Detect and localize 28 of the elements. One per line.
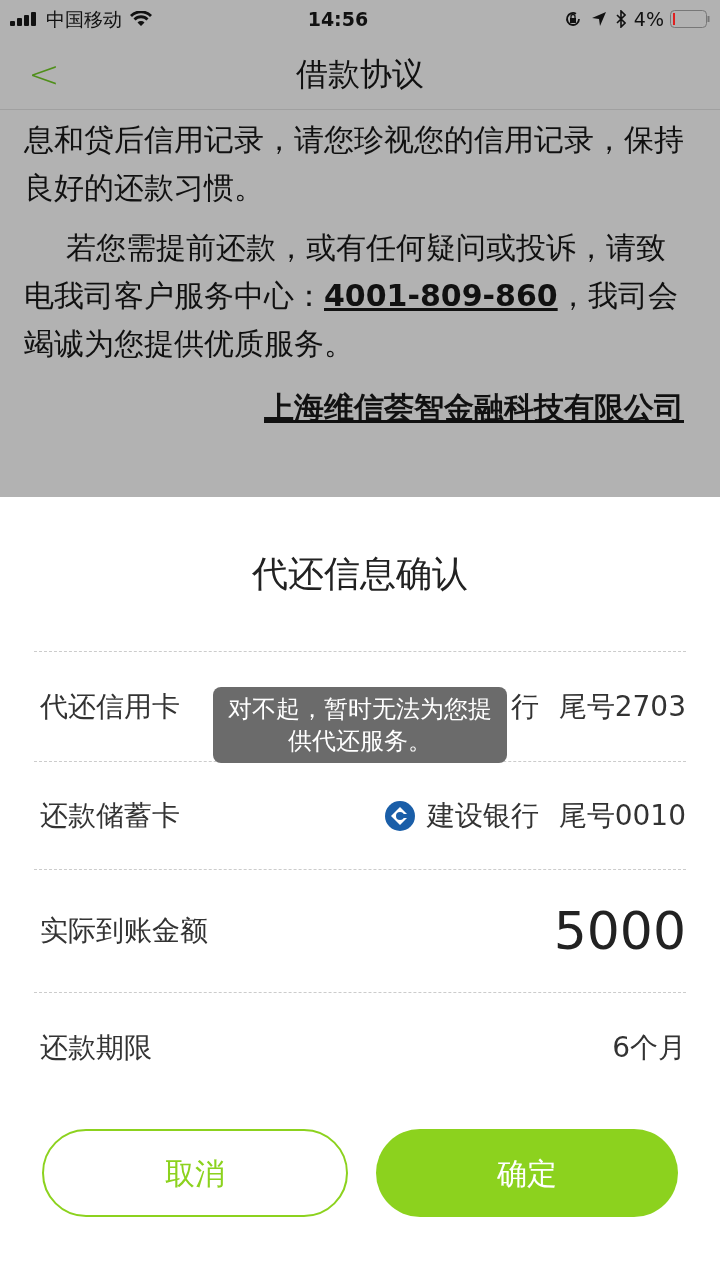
carrier-name: 中国移动 — [46, 6, 122, 32]
company-link[interactable]: 上海维信荟智金融科技有限公司 — [264, 384, 684, 432]
wifi-icon — [130, 11, 152, 27]
bank-name: 建设银行 — [426, 797, 539, 834]
phone-link[interactable]: 4001-809-860 — [324, 278, 558, 313]
back-button[interactable]: < — [28, 54, 60, 93]
row-label: 代还信用卡 — [40, 688, 180, 725]
amount-value: 5000 — [553, 900, 686, 963]
bank-name: 行 — [510, 688, 539, 725]
row-label: 还款期限 — [40, 1030, 152, 1066]
rotation-lock-icon — [563, 10, 582, 28]
bluetooth-icon — [615, 10, 626, 28]
row-label: 实际到账金额 — [40, 913, 208, 949]
toast-message: 对不起，暂时无法为您提供代还服务。 — [213, 687, 507, 763]
location-arrow-icon — [591, 12, 606, 26]
page-title: 借款协议 — [296, 54, 424, 93]
battery-percent: 4% — [633, 6, 664, 32]
sheet-title: 代还信息确认 — [252, 552, 468, 596]
cancel-button[interactable]: 取消 — [42, 1129, 348, 1217]
clock-time: 14:56 — [307, 6, 369, 32]
card-tail-number: 尾号2703 — [558, 688, 686, 725]
card-tail-number: 尾号0010 — [558, 797, 686, 834]
term-value: 6个月 — [612, 1030, 686, 1066]
row-label: 还款储蓄卡 — [40, 797, 180, 834]
agreement-paragraph: 息和贷后信用记录，请您珍视您的信用记录，保持良好的还款习惯。 — [24, 121, 684, 207]
confirm-button[interactable]: 确定 — [376, 1129, 678, 1217]
battery-icon — [670, 10, 710, 28]
agreement-paragraph: 若您需提前还款，或有任何疑问或投诉，请致电我司客户服务中心：4001-809-860，我司会竭诚为您提供优质服务。 — [24, 229, 679, 363]
